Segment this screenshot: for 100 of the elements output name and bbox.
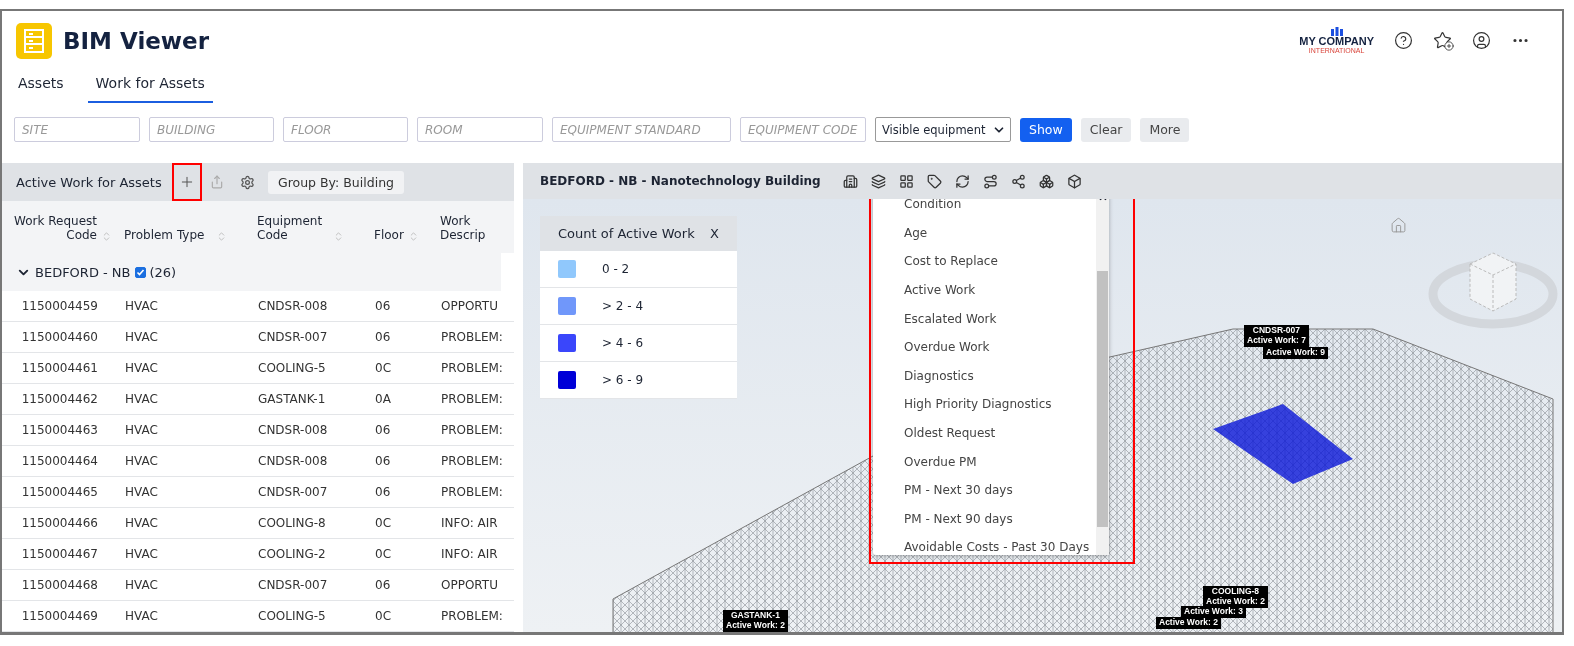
close-button[interactable]: X	[710, 226, 719, 241]
table-cell-text: CNDSR-007	[257, 578, 329, 592]
menu-item[interactable]: Active Work	[873, 275, 1096, 305]
table-cell-text: 0C	[374, 516, 392, 530]
menu-item[interactable]: Condition	[873, 199, 1096, 219]
filter-field[interactable]: ROOM	[417, 117, 543, 142]
tab[interactable]: Work for Assets	[87, 67, 213, 103]
menu-item[interactable]: Escalated Work	[873, 304, 1096, 333]
menu-item[interactable]: Age	[873, 218, 1096, 248]
share-icon[interactable]	[1010, 173, 1026, 189]
legend-label: > 4 - 6	[602, 336, 644, 350]
column-header[interactable]: Floor	[374, 228, 404, 242]
column-header[interactable]: Work Descrip	[440, 214, 514, 242]
column-header[interactable]: Equipment Code	[257, 214, 323, 242]
tag-icon[interactable]	[926, 173, 942, 189]
group-count: (26)	[149, 264, 177, 280]
table-cell-text: 1150004469	[20, 609, 99, 623]
group-label: BEDFORD - NB	[35, 264, 131, 280]
table-cell-text: HVAC	[124, 547, 159, 561]
group-by-button[interactable]: Group By: Building	[268, 170, 404, 194]
table-cell-text: 06	[374, 299, 392, 313]
settings-icon[interactable]	[239, 174, 255, 190]
table-cell-text: 1150004468	[20, 578, 99, 592]
table-cell-text: CNDSR-007	[257, 485, 329, 499]
visibility-select[interactable]: Visible equipment	[875, 117, 1011, 142]
table-cell-text: OPPORTU	[440, 299, 499, 313]
filter-field[interactable]: FLOOR	[283, 117, 408, 142]
model-viewport[interactable]	[523, 199, 1562, 632]
app-logo-icon	[16, 22, 52, 59]
table-cell-text: COOLING-8	[257, 516, 327, 530]
table-cell-text: 1150004467	[20, 547, 99, 561]
legend-title: Count of Active Work	[558, 226, 695, 241]
table-cell-text: 1150004465	[20, 485, 99, 499]
company-logo-icon	[1330, 27, 1343, 36]
show-button[interactable]: Show	[1020, 117, 1072, 142]
legend-label: > 6 - 9	[602, 373, 644, 387]
table-cell-text: HVAC	[124, 361, 159, 375]
menu-item[interactable]: Diagnostics	[873, 361, 1096, 391]
table-cell-text: 0C	[374, 361, 392, 375]
filter-button[interactable]: More	[1140, 117, 1190, 142]
help-icon[interactable]	[1394, 31, 1413, 50]
equipment-label[interactable]: Active Work: 2	[1156, 617, 1221, 629]
star-plus-icon[interactable]	[1433, 31, 1452, 50]
panel-title: Active Work for Assets	[16, 174, 163, 190]
table-cell-text: HVAC	[124, 299, 159, 313]
equipment-label[interactable]: CNDSR-007 Active Work: 7	[1244, 325, 1309, 347]
route-icon[interactable]	[982, 173, 998, 189]
table-cell-text: OPPORTU	[440, 578, 499, 592]
menu-item[interactable]: Overdue Work	[873, 332, 1096, 362]
group-checkbox[interactable]	[134, 266, 146, 278]
table-cell-text: HVAC	[124, 392, 159, 406]
table-cell-text: PROBLEM:	[440, 330, 504, 344]
table-cell-text: PROBLEM:	[440, 454, 504, 468]
legend-label: > 2 - 4	[602, 299, 644, 313]
table-cell-text: INFO: AIR	[440, 516, 499, 530]
table-cell-text: 0A	[374, 392, 392, 406]
equipment-label[interactable]: COOLING-8 Active Work: 2	[1203, 586, 1268, 608]
table-cell-text: 1150004466	[20, 516, 99, 530]
table-cell-text: PROBLEM:	[440, 423, 504, 437]
column-header[interactable]: Problem Type	[124, 228, 205, 242]
table-cell-text: PROBLEM:	[440, 485, 504, 499]
menu-item[interactable]: PM - Next 90 days	[873, 504, 1096, 534]
column-header[interactable]: Work Request Code	[14, 214, 97, 242]
filter-field[interactable]: SITE	[14, 117, 140, 142]
menu-item[interactable]: Overdue PM	[873, 447, 1096, 476]
tab[interactable]: Assets	[16, 67, 66, 103]
table-cell-text: HVAC	[124, 423, 159, 437]
filter-field[interactable]: BUILDING	[149, 117, 274, 142]
table-cell-text: 1150004460	[20, 330, 99, 344]
grid-icon[interactable]	[898, 173, 914, 189]
menu-item[interactable]: Cost to Replace	[873, 247, 1096, 276]
table-cell-text: COOLING-5	[257, 609, 327, 623]
scrollbar[interactable]	[1096, 199, 1109, 555]
equipment-label[interactable]: Active Work: 9	[1263, 347, 1328, 359]
company-name: MY COMPANY	[1299, 36, 1374, 47]
filter-field[interactable]: EQUIPMENT CODE	[740, 117, 866, 142]
menu-item[interactable]: High Priority Diagnostics	[873, 390, 1096, 419]
user-icon[interactable]	[1472, 31, 1491, 50]
add-button[interactable]	[172, 163, 202, 201]
layers-icon[interactable]	[870, 173, 886, 189]
table-cell-text: COOLING-2	[257, 547, 327, 561]
box-icon[interactable]	[1066, 173, 1082, 189]
table-cell-text: 1150004462	[20, 392, 99, 406]
filter-button[interactable]: Clear	[1080, 117, 1132, 142]
refresh-icon[interactable]	[954, 173, 970, 189]
boxes-icon[interactable]	[1038, 173, 1054, 189]
menu-item[interactable]: PM - Next 30 days	[873, 475, 1096, 505]
table-cell-text: COOLING-5	[257, 361, 327, 375]
equipment-label[interactable]: GASTANK-1 Active Work: 2	[723, 610, 788, 632]
table-cell-text: 1150004464	[20, 454, 99, 468]
table-cell-text: 1150004461	[20, 361, 99, 375]
filter-field[interactable]: EQUIPMENT STANDARD	[552, 117, 731, 142]
equipment-label[interactable]: Active Work: 3	[1181, 606, 1246, 618]
menu-item[interactable]: Avoidable Costs - Past 30 Days	[873, 533, 1096, 562]
table-cell-text: HVAC	[124, 516, 159, 530]
table-cell-text: CNDSR-008	[257, 299, 329, 313]
table-cell-text: 06	[374, 454, 392, 468]
menu-item[interactable]: Oldest Request	[873, 418, 1096, 448]
building-icon[interactable]	[842, 173, 858, 189]
table-cell-text: 0C	[374, 609, 392, 623]
